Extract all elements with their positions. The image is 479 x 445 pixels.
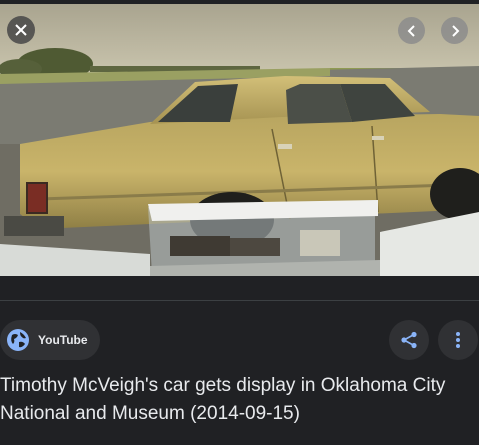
preview-image[interactable] (0, 4, 479, 276)
share-icon (401, 331, 417, 349)
divider (0, 300, 479, 301)
chevron-left-icon (407, 24, 415, 37)
more-options-button[interactable] (438, 320, 478, 360)
result-title[interactable]: Timothy McVeigh's car gets display in Ok… (0, 372, 479, 428)
source-name: YouTube (38, 333, 88, 347)
close-button[interactable] (7, 16, 35, 44)
source-chip[interactable]: YouTube (0, 320, 100, 360)
previous-button[interactable] (398, 17, 425, 44)
globe-icon (6, 328, 30, 352)
car-photo (0, 4, 479, 276)
close-icon (15, 24, 27, 36)
more-vert-icon (456, 332, 460, 348)
share-button[interactable] (389, 320, 429, 360)
next-button[interactable] (441, 17, 468, 44)
chevron-right-icon (451, 24, 459, 37)
